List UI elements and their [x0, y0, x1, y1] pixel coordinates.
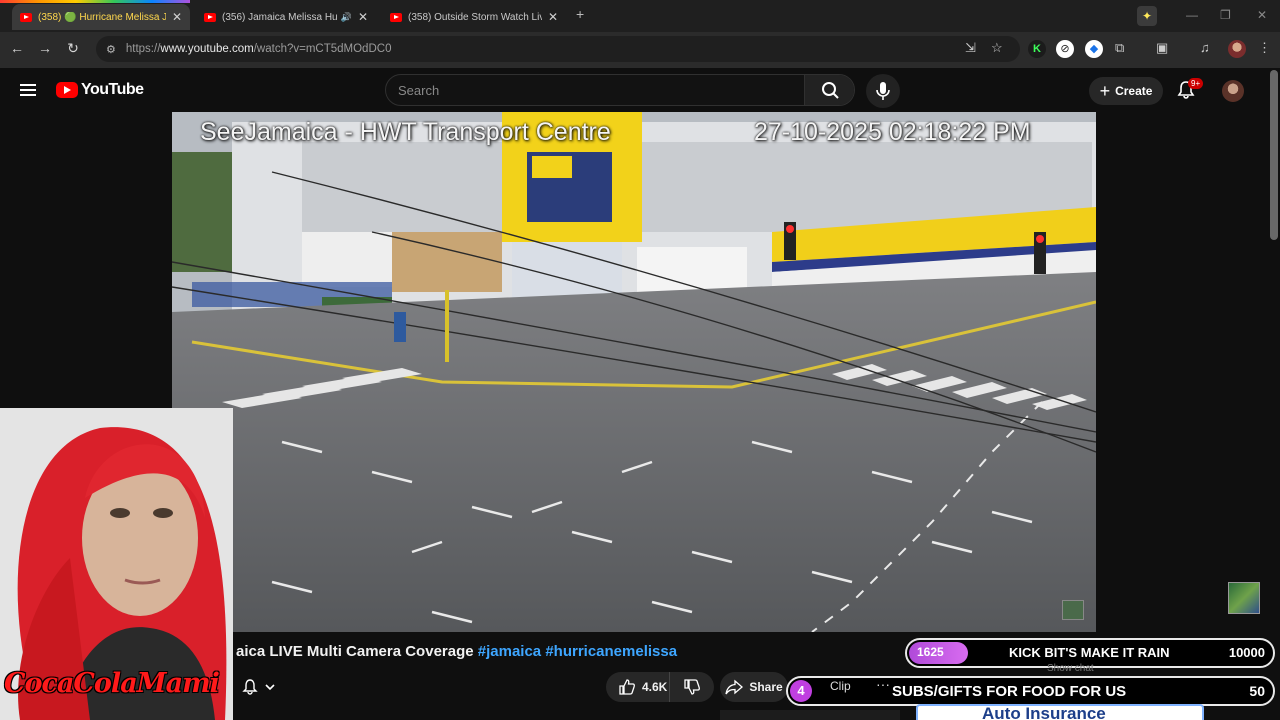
subscribe-notifications-button[interactable]	[234, 674, 284, 700]
subs-gifts-goal-bar: 4 SUBS/GIFTS FOR FOOD FOR US 50	[786, 676, 1275, 706]
youtube-favicon-icon	[20, 12, 32, 22]
tab-jamaica-melissa[interactable]: (356) Jamaica Melissa Hurricane 🔊 ✕	[196, 4, 376, 30]
browser-toolbar: ← → ↻ ⚙ https://www.youtube.com/watch?v=…	[0, 32, 1280, 68]
streamer-name-overlay: CocaColaMami	[4, 668, 220, 699]
video-title: aica LIVE Multi Camera Coverage #jamaica…	[236, 643, 677, 660]
kick-extension-icon[interactable]: K	[1028, 40, 1046, 58]
tab-search-icon[interactable]: ▣	[1156, 40, 1168, 56]
more-actions-icon[interactable]: ···	[876, 676, 890, 692]
subs-goal-target: 50	[1249, 683, 1265, 699]
hashtag-hurricanemelissa[interactable]: #hurricanemelissa	[545, 643, 677, 660]
camera-location-overlay: SeeJamaica - HWT Transport Centre	[200, 118, 611, 146]
video-player[interactable]: SeeJamaica - HWT Transport Centre 27-10-…	[172, 112, 1096, 632]
search-button[interactable]	[804, 75, 854, 105]
shield-extension-icon[interactable]: ◆	[1085, 40, 1103, 58]
rgb-tab-accent	[0, 0, 190, 3]
youtube-favicon-icon	[204, 12, 216, 22]
share-label: Share	[749, 680, 783, 694]
tab-title: (356) Jamaica Melissa Hurricane	[222, 11, 337, 23]
video-title-text: aica LIVE Multi Camera Coverage	[236, 643, 478, 660]
camera-street-scene	[172, 112, 1096, 632]
menu-icon[interactable]	[20, 84, 36, 96]
close-tab-icon[interactable]: ✕	[358, 10, 368, 24]
bookmark-star-icon[interactable]: ☆	[991, 40, 1003, 56]
voice-search-button[interactable]	[866, 74, 900, 108]
address-bar[interactable]: ⚙ https://www.youtube.com/watch?v=mCT5dM…	[96, 36, 1020, 62]
camera-timestamp-overlay: 27-10-2025 02:18:22 PM	[754, 118, 1031, 146]
like-count: 4.6K	[642, 680, 668, 694]
close-window-button[interactable]: ✕	[1257, 8, 1267, 22]
search-icon	[822, 82, 839, 99]
speaker-icon[interactable]: 🔊	[341, 12, 352, 23]
new-tab-button[interactable]: +	[576, 6, 584, 22]
media-controls-icon[interactable]: ♫	[1200, 40, 1210, 55]
goal-target: 10000	[1228, 645, 1265, 660]
subs-goal-count: 4	[790, 680, 812, 702]
create-button[interactable]: + Create	[1089, 77, 1163, 105]
plus-icon: +	[1099, 80, 1111, 101]
youtube-favicon-icon	[390, 12, 402, 22]
search-box	[385, 74, 855, 106]
account-avatar[interactable]	[1222, 80, 1244, 102]
url-host: www.youtube.com	[160, 43, 254, 55]
extensions-puzzle-icon[interactable]: ⧉	[1115, 40, 1124, 56]
share-button[interactable]: Share	[720, 672, 788, 702]
chevron-down-icon	[265, 684, 275, 691]
tab-title: (358) Outside Storm Watch Live	[408, 11, 542, 23]
ad-text: Auto Insurance	[982, 704, 1106, 720]
minimize-button[interactable]: —	[1186, 8, 1198, 22]
reload-icon[interactable]: ↻	[63, 40, 83, 57]
close-tab-icon[interactable]: ✕	[548, 10, 558, 24]
compass-extension-icon[interactable]: ⊘	[1056, 40, 1074, 58]
youtube-header: YouTube + Create 9+	[0, 68, 1280, 112]
url-path: /watch?v=mCT5dMOdDC0	[253, 43, 392, 55]
goal-label: KICK BIT'S MAKE IT RAIN	[1009, 645, 1170, 660]
microphone-icon	[876, 82, 890, 100]
auto-insurance-ad[interactable]: Auto Insurance	[916, 704, 1204, 720]
hashtag-jamaica[interactable]: #jamaica	[478, 643, 541, 660]
youtube-play-icon	[56, 82, 78, 98]
page-scrollbar[interactable]	[1270, 70, 1278, 240]
thumbs-up-icon	[619, 679, 635, 695]
install-app-icon[interactable]: ⇲	[965, 40, 976, 56]
goal-current-count: 1625	[917, 645, 944, 659]
thumbs-down-icon	[684, 679, 700, 695]
gemini-icon[interactable]: ✦	[1137, 6, 1157, 26]
tab-outside-storm-watch[interactable]: (358) Outside Storm Watch Live ✕	[382, 4, 566, 30]
video-corner-thumbnail	[1062, 600, 1084, 620]
dislike-button[interactable]	[670, 678, 714, 696]
channel-watermark-icon[interactable]	[1228, 582, 1260, 614]
logo-text: YouTube	[81, 81, 144, 98]
subs-goal-label: SUBS/GIFTS FOR FOOD FOR US	[892, 683, 1127, 700]
forward-icon[interactable]: →	[35, 40, 55, 56]
search-input[interactable]	[386, 75, 806, 105]
browser-tab-bar: (358) 🟢 Hurricane Melissa Jamaica ✕ (356…	[0, 0, 1280, 32]
tab-hurricane-melissa[interactable]: (358) 🟢 Hurricane Melissa Jamaica ✕	[12, 4, 190, 30]
url-protocol: https://	[125, 43, 161, 55]
tab-title: (358) 🟢 Hurricane Melissa Jamaica	[38, 11, 166, 23]
clip-button[interactable]: Clip	[830, 679, 851, 693]
share-arrow-icon	[725, 679, 744, 695]
below-video-area	[720, 710, 900, 720]
create-label: Create	[1115, 84, 1153, 98]
notification-count-badge: 9+	[1188, 78, 1204, 89]
profile-avatar[interactable]	[1228, 40, 1246, 58]
show-chat-button[interactable]: Show chat	[1047, 663, 1094, 674]
back-icon[interactable]: ←	[7, 40, 27, 56]
maximize-button[interactable]: ❐	[1220, 8, 1231, 22]
like-dislike-group: 4.6K	[606, 672, 714, 702]
like-button[interactable]: 4.6K	[606, 672, 670, 702]
bell-icon	[242, 679, 258, 695]
youtube-logo[interactable]: YouTube	[56, 81, 144, 99]
browser-menu-icon[interactable]: ⋮	[1258, 40, 1271, 56]
screen: (358) 🟢 Hurricane Melissa Jamaica ✕ (356…	[0, 0, 1280, 720]
close-tab-icon[interactable]: ✕	[172, 10, 182, 24]
site-info-icon[interactable]: ⚙	[106, 43, 116, 56]
